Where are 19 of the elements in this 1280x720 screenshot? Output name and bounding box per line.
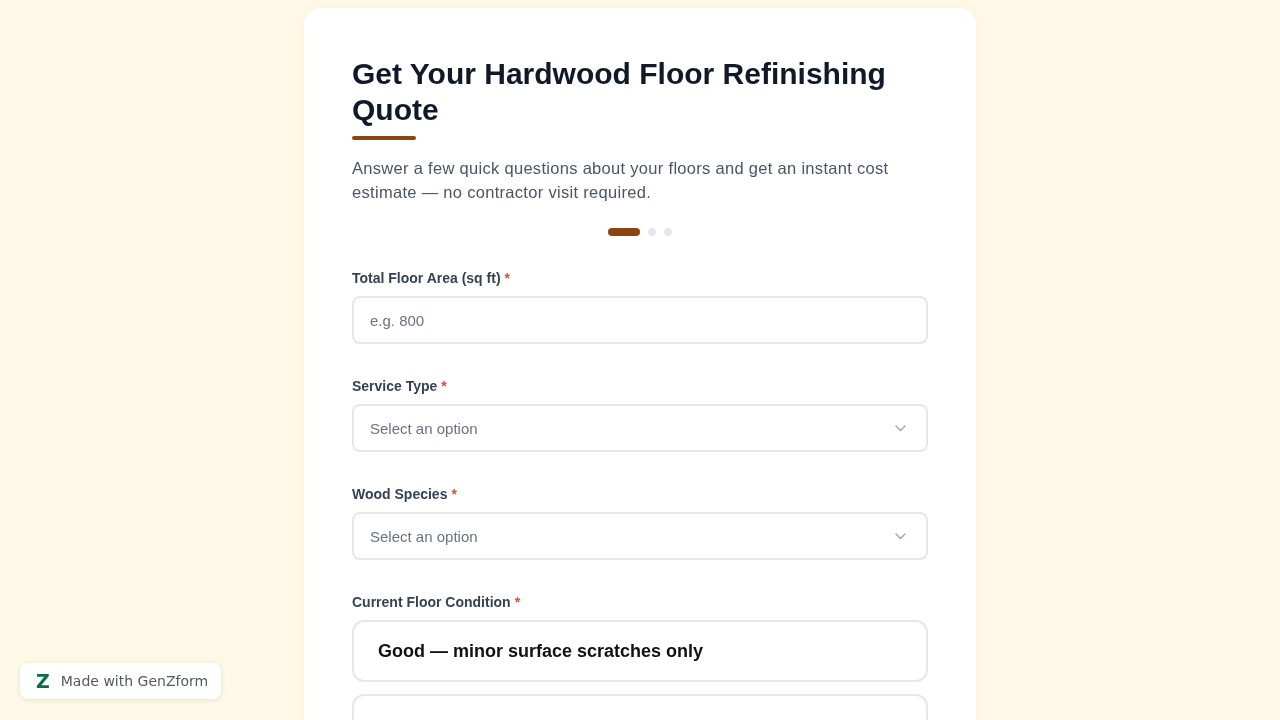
select-field[interactable]: Select an option	[352, 512, 928, 560]
made-with-badge[interactable]: Z Made with GenZform	[20, 663, 222, 699]
required-asterisk: *	[514, 593, 521, 612]
required-asterisk: *	[504, 269, 510, 288]
field-label: Wood Species	[352, 485, 448, 504]
field-label: Service Type	[352, 377, 438, 396]
chevron-down-icon	[895, 424, 906, 432]
logo-icon: Z	[36, 671, 50, 691]
field-label: Current Floor Condition	[352, 593, 511, 612]
badge-text: Made with GenZform	[60, 673, 209, 689]
select-field[interactable]: Select an option	[352, 404, 928, 452]
input-field[interactable]: e.g. 800	[352, 296, 928, 344]
chevron-down-icon	[895, 532, 906, 540]
option-card[interactable]: Good — minor surface scratches only	[352, 620, 928, 682]
form-description: Answer a few quick questions about your floors and get an instant cost estimate — no contractor visit required.	[352, 158, 890, 203]
field-label: Total Floor Area (sq ft)	[352, 269, 501, 288]
required-asterisk: *	[441, 377, 447, 396]
required-asterisk: *	[451, 485, 457, 504]
form-title: Get Your Hardwood Floor Refinishing Quote	[352, 56, 887, 128]
